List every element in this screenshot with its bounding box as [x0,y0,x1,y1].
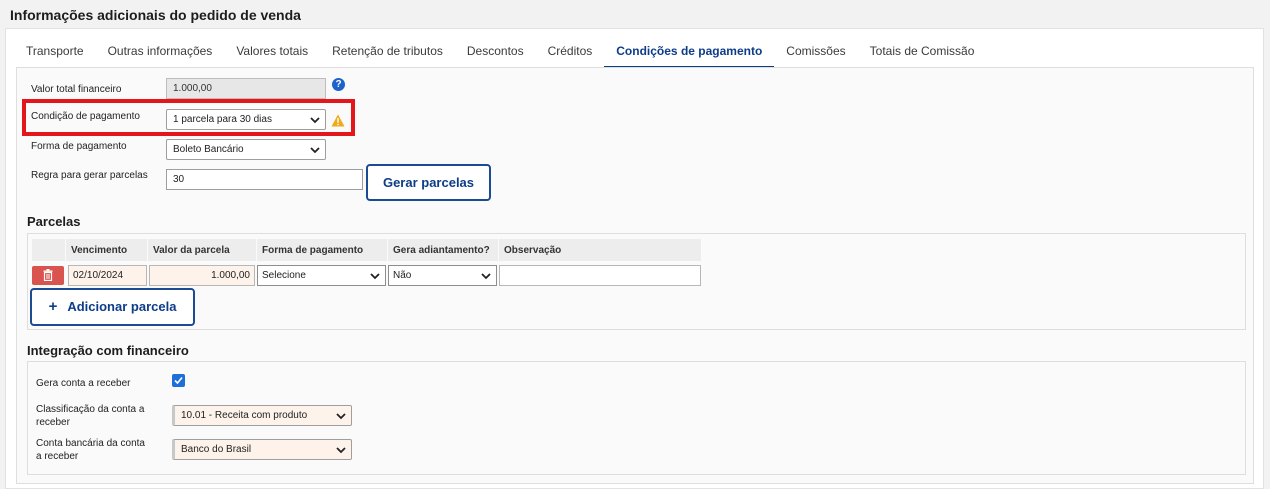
check-icon [174,376,183,385]
warning-icon [331,114,345,127]
tab-condicoes-pagamento[interactable]: Condições de pagamento [604,38,775,68]
column-header-observacao: Observação [499,239,701,261]
conta-bancaria-value: Banco do Brasil [181,444,252,455]
tab-transporte[interactable]: Transporte [14,38,96,68]
adiantamento-select[interactable]: Não [388,265,497,286]
tab-totais-comissao[interactable]: Totais de Comissão [858,38,987,68]
column-header-actions [32,239,65,261]
gera-conta-checkbox[interactable] [172,374,185,387]
adiantamento-value: Não [393,270,412,281]
add-parcela-label: Adicionar parcela [67,299,177,314]
conta-bancaria-select[interactable]: Banco do Brasil [172,439,352,460]
forma-value: Boleto Bancário [173,144,244,155]
gerar-parcelas-button[interactable]: Gerar parcelas [366,164,491,201]
forma-parcela-value: Selecione [262,270,306,281]
column-header-adiantamento: Gera adiantamento? [388,239,498,261]
help-icon[interactable]: ? [332,78,345,91]
chevron-down-icon [336,447,346,454]
chevron-down-icon [336,413,346,420]
condicao-label: Condição de pagamento [31,111,140,122]
chevron-down-icon [481,273,491,280]
trash-icon [43,269,53,281]
forma-label: Forma de pagamento [31,141,127,152]
regra-input[interactable]: 30 [166,169,363,190]
valor-total-label: Valor total financeiro [31,84,122,95]
tab-comissoes[interactable]: Comissões [774,38,857,68]
forma-parcela-select[interactable]: Selecione [257,265,386,286]
plus-icon: + [48,298,58,315]
delete-row-button[interactable] [32,266,64,285]
page-title: Informações adicionais do pedido de vend… [10,7,301,23]
tab-outras-informacoes[interactable]: Outras informações [96,38,225,68]
gera-conta-label: Gera conta a receber [36,378,131,389]
forma-select[interactable]: Boleto Bancário [166,139,326,160]
parcelas-title: Parcelas [27,214,81,229]
tab-retencao-tributos[interactable]: Retenção de tributos [320,38,455,68]
valor-parcela-input[interactable]: 1.000,00 [149,265,255,286]
tab-valores-totais[interactable]: Valores totais [224,38,320,68]
column-header-forma: Forma de pagamento [257,239,387,261]
condicao-select[interactable]: 1 parcela para 30 dias [166,109,326,130]
regra-label: Regra para gerar parcelas [31,170,148,181]
vencimento-input[interactable]: 02/10/2024 [68,265,147,286]
chevron-down-icon [310,117,320,124]
valor-total-field: 1.000,00 [166,78,326,99]
classificacao-select[interactable]: 10.01 - Receita com produto [172,405,352,426]
tab-descontos[interactable]: Descontos [455,38,536,68]
column-header-valor: Valor da parcela [148,239,256,261]
chevron-down-icon [370,273,380,280]
chevron-down-icon [310,147,320,154]
add-parcela-button[interactable]: + Adicionar parcela [30,288,195,326]
classificacao-label: Classificação da conta a receber [36,404,145,428]
condicao-value: 1 parcela para 30 dias [173,114,272,125]
tab-bar: Transporte Outras informações Valores to… [14,38,986,68]
column-header-vencimento: Vencimento [66,239,147,261]
tab-creditos[interactable]: Créditos [536,38,605,68]
classificacao-value: 10.01 - Receita com produto [181,410,308,421]
observacao-input[interactable] [499,265,701,286]
conta-bancaria-label: Conta bancária da conta a receber [36,438,145,462]
integracao-title: Integração com financeiro [27,343,189,358]
